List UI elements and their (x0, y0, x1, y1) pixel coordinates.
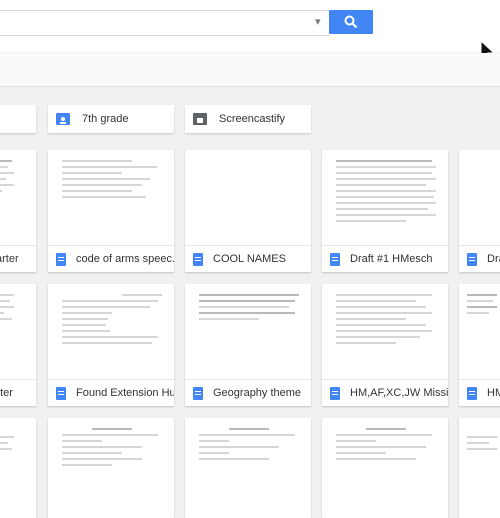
folder-label: Screencastify (219, 113, 286, 125)
file-name: nter (0, 387, 13, 399)
file-card[interactable]: nter (0, 284, 36, 406)
google-doc-icon (330, 252, 340, 266)
search-options-chevron-icon[interactable]: ▾ (315, 15, 329, 29)
search-button[interactable] (329, 10, 373, 34)
google-doc-icon (193, 386, 203, 400)
folder-icon (193, 113, 207, 125)
folder-partial[interactable] (0, 105, 36, 133)
file-card[interactable] (48, 418, 174, 518)
file-card[interactable]: Found Extension Hu... (48, 284, 174, 406)
file-name: HM (487, 387, 500, 399)
file-name: Found Extension Hu... (76, 387, 174, 399)
file-card[interactable]: Geography theme (185, 284, 311, 406)
shared-folder-icon (56, 113, 70, 125)
google-doc-icon (330, 386, 340, 400)
search-input[interactable] (0, 10, 330, 36)
folder-screencastify[interactable]: Screencastify (185, 105, 311, 133)
file-name: code of arms speec... (76, 253, 174, 265)
file-card[interactable]: arter (0, 150, 36, 272)
folder-7th-grade[interactable]: 7th grade (48, 105, 174, 133)
file-name: Dra (487, 253, 500, 265)
file-name: Geography theme (213, 387, 302, 399)
file-card[interactable]: COOL NAMES (185, 150, 311, 272)
file-card[interactable] (0, 418, 36, 518)
file-card[interactable]: code of arms speec... (48, 150, 174, 272)
toolbar-area (0, 53, 500, 86)
google-doc-icon (467, 252, 477, 266)
folder-label: 7th grade (82, 113, 129, 125)
file-card[interactable]: Draft #1 HMesch (322, 150, 448, 272)
file-name: arter (0, 253, 19, 265)
google-doc-icon (56, 386, 66, 400)
file-card[interactable]: HM,AF,XC,JW Missi... (322, 284, 448, 406)
file-card[interactable] (322, 418, 448, 518)
google-doc-icon (467, 386, 477, 400)
file-name: COOL NAMES (213, 253, 286, 265)
file-card[interactable]: HM (459, 284, 500, 406)
divider (0, 86, 500, 87)
file-card[interactable] (459, 418, 500, 518)
file-card[interactable] (185, 418, 311, 518)
search-icon (344, 15, 358, 29)
file-name: HM,AF,XC,JW Missi... (350, 387, 448, 399)
file-card[interactable]: Dra (459, 150, 500, 272)
file-name: Draft #1 HMesch (350, 253, 433, 265)
google-doc-icon (193, 252, 203, 266)
google-doc-icon (56, 252, 66, 266)
